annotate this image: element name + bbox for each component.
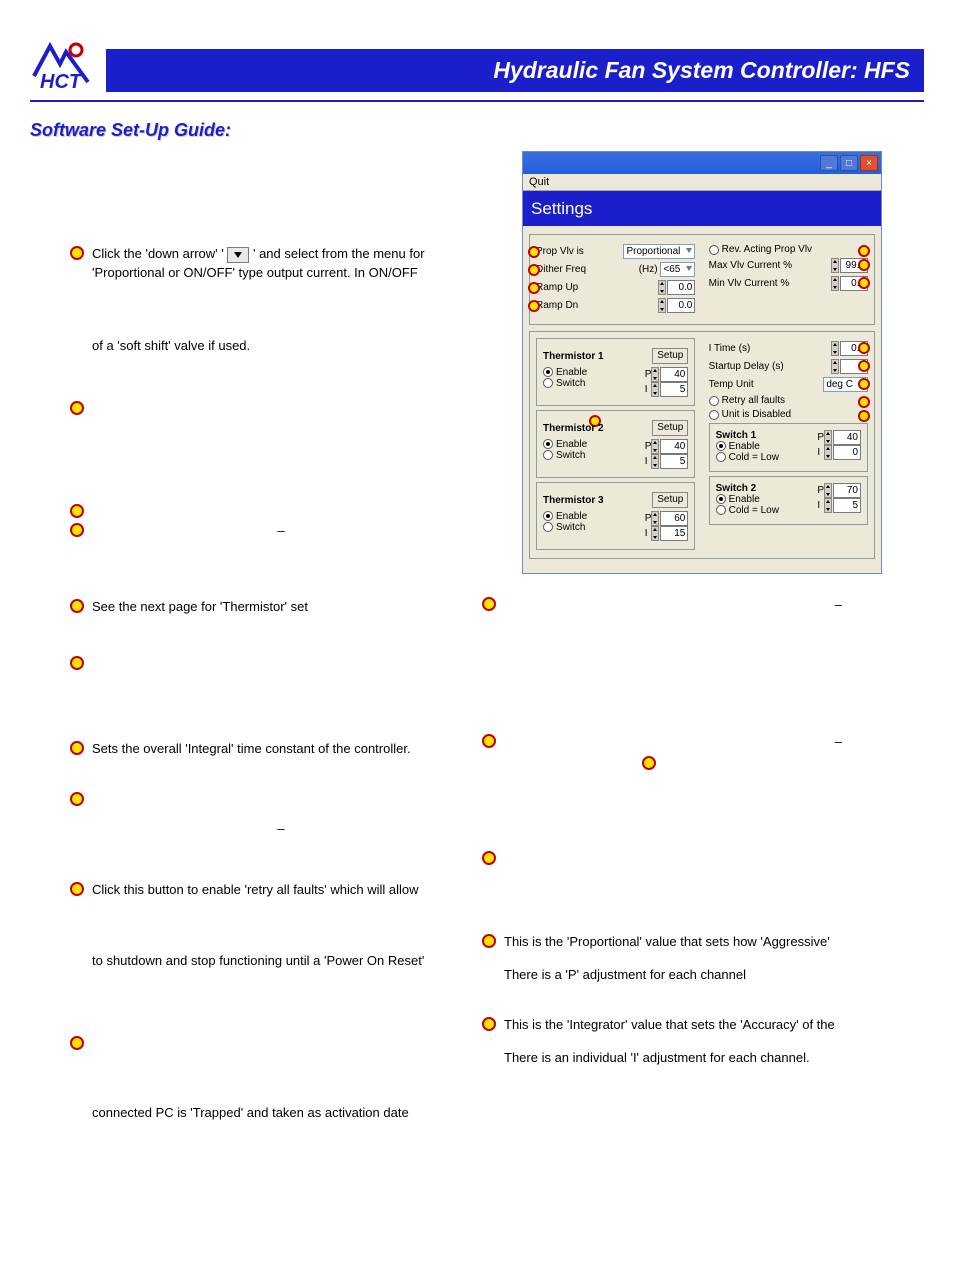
dropdown-icon (227, 247, 249, 263)
minv-label: Min Vlv Current % (709, 278, 790, 289)
th2-p[interactable]: 40 (660, 439, 688, 454)
text: to shutdown and stop functioning until a… (92, 952, 470, 971)
setup-button[interactable]: Setup (652, 348, 688, 364)
setup-button[interactable]: Setup (652, 492, 688, 508)
enable-radio[interactable] (716, 494, 726, 504)
minimize-button[interactable]: _ (820, 155, 838, 171)
bullet-icon (70, 401, 84, 415)
bullet-icon (70, 1036, 84, 1050)
sw1-title: Switch 1 (716, 430, 757, 441)
bullet-icon (70, 792, 84, 806)
bullet-icon (70, 599, 84, 613)
bullet-icon (70, 523, 84, 537)
dither-label: Dither Freq (536, 264, 586, 275)
th2-title: Thermistor 2 (543, 423, 604, 434)
retry-radio[interactable] (709, 396, 719, 406)
spinner-icon[interactable] (831, 258, 839, 273)
enable-radio[interactable] (716, 441, 726, 451)
tunit-label: Temp Unit (709, 379, 754, 390)
switch-radio[interactable] (543, 378, 553, 388)
menu-quit[interactable]: Quit (523, 174, 881, 191)
switch-radio[interactable] (543, 450, 553, 460)
right-column: _ □ × Quit Settings HCT Pr (482, 151, 902, 1136)
enable-radio[interactable] (543, 367, 553, 377)
text: Click the 'down arrow' ' ' and select fr… (92, 245, 470, 283)
propvlv-label: Prop Vlv is (536, 246, 584, 257)
bullet-icon (642, 756, 656, 770)
text: This is the 'Integrator' value that sets… (504, 1016, 835, 1035)
disabled-label: Unit is Disabled (722, 409, 868, 420)
bullet-icon (482, 597, 496, 611)
sdelay-label: Startup Delay (s) (709, 361, 784, 372)
th3-title: Thermistor 3 (543, 495, 604, 506)
setup-button[interactable]: Setup (652, 420, 688, 436)
bullet-icon (70, 656, 84, 670)
rampup-label: Ramp Up (536, 282, 578, 293)
text: See the next page for 'Thermistor' set (92, 598, 308, 617)
page-title-bar: Hydraulic Fan System Controller: HFS (106, 49, 924, 92)
sw1-i[interactable]: 0 (833, 445, 861, 460)
bullet-icon (482, 734, 496, 748)
switch-radio[interactable] (543, 522, 553, 532)
divider (30, 100, 924, 102)
th1-title: Thermistor 1 (543, 351, 604, 362)
settings-header: Settings HCT (523, 191, 881, 226)
bullet-icon (482, 1017, 496, 1031)
maximize-button[interactable]: □ (840, 155, 858, 171)
svg-text:HCT: HCT (40, 71, 83, 92)
text: – (92, 820, 470, 839)
text: This is the 'Proportional' value that se… (504, 933, 830, 952)
text: of a 'soft shift' valve if used. (92, 337, 470, 356)
rev-label: Rev. Acting Prop Vlv (722, 244, 868, 255)
text: – (504, 596, 902, 615)
th3-i[interactable]: 15 (660, 526, 688, 541)
enable-radio[interactable] (543, 511, 553, 521)
rampdn-value[interactable]: 0.0 (667, 298, 695, 313)
itime-label: I Time (s) (709, 343, 751, 354)
rev-radio[interactable] (709, 245, 719, 255)
th1-i[interactable]: 5 (660, 382, 688, 397)
th2-i[interactable]: 5 (660, 454, 688, 469)
text: There is a 'P' adjustment for each chann… (504, 966, 902, 985)
svg-text:HCT: HCT (848, 209, 866, 217)
logo: HCT (30, 30, 106, 92)
rampdn-label: Ramp Dn (536, 300, 578, 311)
text: Sets the overall 'Integral' time constan… (92, 740, 411, 759)
text: connected PC is 'Trapped' and taken as a… (92, 1104, 470, 1123)
retry-label: Retry all faults (722, 395, 868, 406)
cold-radio[interactable] (716, 452, 726, 462)
sw2-title: Switch 2 (716, 483, 757, 494)
sw1-p[interactable]: 40 (833, 430, 861, 445)
bullet-icon (70, 741, 84, 755)
spinner-icon[interactable] (658, 298, 666, 313)
cold-radio[interactable] (716, 505, 726, 515)
bullet-icon (70, 246, 84, 260)
text: Click this button to enable 'retry all f… (92, 881, 419, 900)
bullet-icon (70, 504, 84, 518)
bullet-icon (482, 934, 496, 948)
maxv-label: Max Vlv Current % (709, 260, 792, 271)
close-button[interactable]: × (860, 155, 878, 171)
section-title: Software Set-Up Guide: (30, 120, 924, 141)
bullet-icon (70, 882, 84, 896)
propvlv-select[interactable]: Proportional (623, 244, 695, 259)
bullet-icon (482, 851, 496, 865)
left-column: Click the 'down arrow' ' ' and select fr… (30, 151, 470, 1136)
window-titlebar: _ □ × (523, 152, 881, 174)
page-title: Hydraulic Fan System Controller: HFS (493, 57, 910, 83)
enable-radio[interactable] (543, 439, 553, 449)
text: – (504, 733, 902, 752)
text: There is an individual 'I' adjustment fo… (504, 1049, 902, 1068)
rampup-value[interactable]: 0.0 (667, 280, 695, 295)
th1-p[interactable]: 40 (660, 367, 688, 382)
sw2-p[interactable]: 70 (833, 483, 861, 498)
spinner-icon[interactable] (658, 280, 666, 295)
dither-select[interactable]: <65 (660, 262, 695, 277)
logo-icon: HCT (845, 195, 873, 222)
spinner-icon[interactable] (831, 276, 839, 291)
th3-p[interactable]: 60 (660, 511, 688, 526)
settings-window: _ □ × Quit Settings HCT Pr (522, 151, 882, 574)
sw2-i[interactable]: 5 (833, 498, 861, 513)
disabled-radio[interactable] (709, 410, 719, 420)
